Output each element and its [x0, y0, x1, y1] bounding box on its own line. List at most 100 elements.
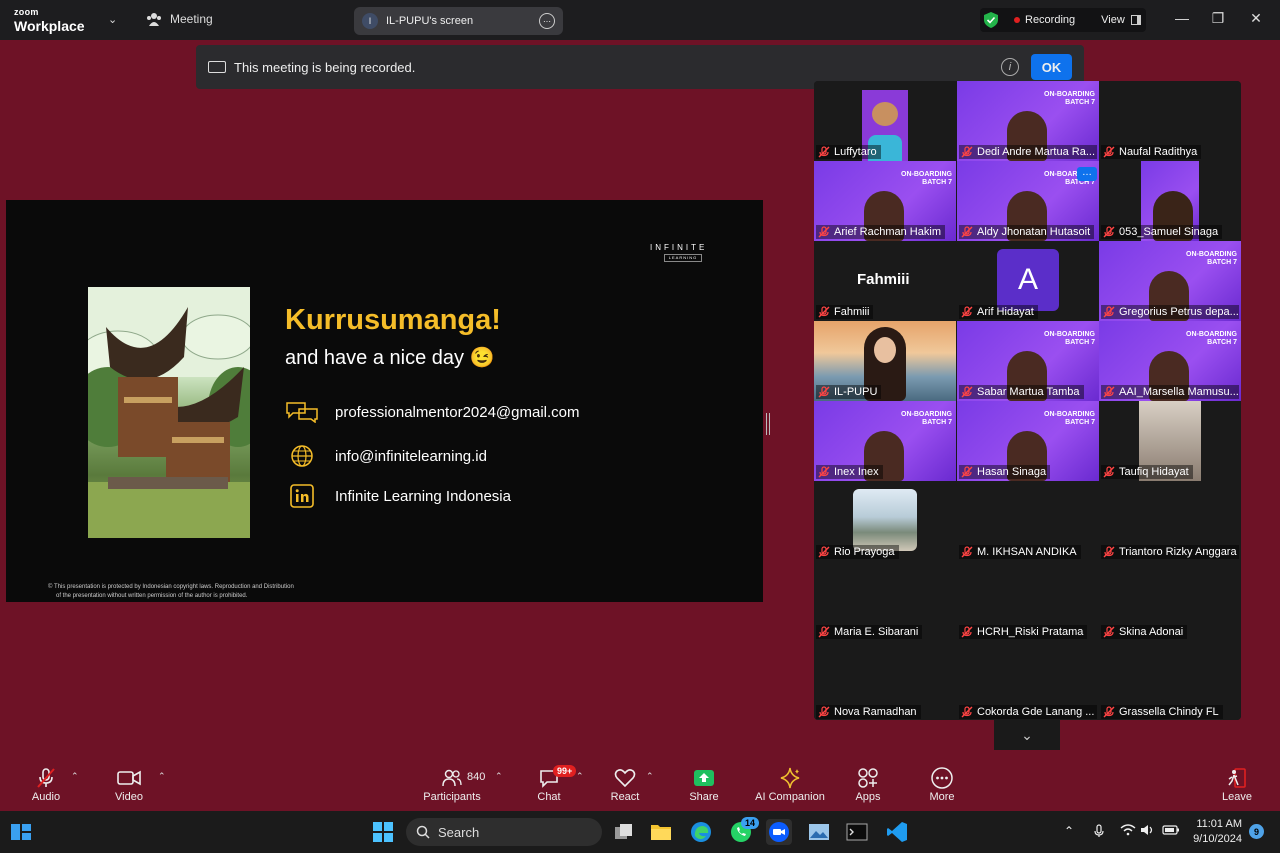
participant-name-tag: Aldy Jhonatan Hutasoit [959, 225, 1095, 239]
participant-tile[interactable]: ON-BOARDING BATCH 7 Inex Inex [814, 401, 956, 481]
gallery-scroll-down-button[interactable]: ⌄ [994, 720, 1060, 750]
zoom-app-icon[interactable] [766, 819, 792, 845]
close-icon[interactable]: ✕ [1246, 10, 1266, 27]
apps-icon [858, 768, 878, 788]
chat-bubbles-icon [285, 400, 319, 424]
recording-dot-icon [1014, 17, 1020, 23]
more-options-icon[interactable]: ⋯ [539, 13, 555, 29]
participant-tile[interactable]: Grassella Chindy FL [1099, 641, 1241, 720]
participant-tile[interactable]: A Arif Hidayat [957, 241, 1099, 321]
notification-count-badge[interactable]: 9 [1249, 824, 1264, 839]
chevron-down-icon[interactable]: ⌄ [108, 13, 117, 26]
vscode-icon[interactable] [884, 819, 910, 845]
meeting-menu-button[interactable]: Meeting [146, 12, 213, 26]
whatsapp-unread-badge: 14 [741, 817, 760, 829]
view-label[interactable]: View [1101, 14, 1125, 26]
participant-tile[interactable]: Naufal Radithya [1099, 81, 1241, 161]
participant-tile[interactable]: Fahmiii Fahmiii [814, 241, 956, 321]
participant-name-tag: Luffytaro [816, 145, 881, 159]
minimize-icon[interactable]: — [1172, 10, 1192, 26]
react-options-caret-icon[interactable]: ⌃ [646, 771, 654, 782]
participant-name-tag: Nova Ramadhan [816, 705, 921, 719]
onboarding-banner-text: ON-BOARDING BATCH 7 [1186, 251, 1237, 266]
view-layout-icon[interactable] [1130, 15, 1141, 25]
participant-tile[interactable]: ON-BOARDING BATCH 7 Dedi Andre Martua Ra..… [957, 81, 1099, 161]
audio-options-caret-icon[interactable]: ⌃ [71, 771, 79, 782]
microphone-muted-icon [1103, 466, 1115, 478]
shared-screen-pill[interactable]: I IL-PUPU's screen ⋯ [354, 7, 563, 35]
participant-tile[interactable]: 053_Samuel Sinaga [1099, 161, 1241, 241]
microphone-tray-icon[interactable] [1094, 824, 1104, 841]
onboarding-banner-text: ON-BOARDING BATCH 7 [1044, 411, 1095, 426]
copyright-line-2: of the presentation without written perm… [56, 593, 248, 599]
ai-companion-button[interactable]: AI Companion [745, 767, 835, 803]
participant-name: Maria E. Sibarani [834, 626, 919, 638]
participant-tile[interactable]: ON-BOARDING BATCH 7 Sabar Martua Tamba [957, 321, 1099, 401]
wifi-icon[interactable] [1120, 824, 1136, 839]
participant-name-tag: Rio Prayoga [816, 545, 899, 559]
participant-name: Arif Hidayat [977, 306, 1034, 318]
terminal-icon[interactable] [844, 819, 870, 845]
slide-subtitle: and have a nice day 😉 [285, 347, 495, 369]
tray-overflow-chevron-icon[interactable]: ⌃ [1064, 824, 1074, 838]
battery-icon[interactable] [1162, 824, 1180, 839]
participant-name: Hasan Sinaga [977, 466, 1047, 478]
participant-tile[interactable]: Nova Ramadhan [814, 641, 956, 720]
participant-tile[interactable]: Triantoro Rizky Anggara [1099, 481, 1241, 561]
ok-button[interactable]: OK [1031, 54, 1072, 80]
share-button[interactable]: Share [664, 767, 744, 803]
edge-browser-icon[interactable] [688, 819, 714, 845]
share-screen-icon [694, 770, 714, 786]
split-drag-handle[interactable] [766, 413, 770, 435]
participant-tile[interactable]: ON-BOARDING BATCH 7 Arief Rachman Hakim [814, 161, 956, 241]
task-view-icon[interactable] [611, 819, 637, 845]
search-icon [416, 825, 430, 839]
apps-button[interactable]: Apps [828, 767, 908, 803]
participant-tile[interactable]: Taufiq Hidayat [1099, 401, 1241, 481]
copyright-notice: © This presentation is protected by Indo… [48, 583, 348, 601]
participant-name-tag: Gregorius Petrus depa... [1101, 305, 1239, 319]
participant-name: Luffytaro [834, 146, 877, 158]
participant-tile[interactable]: HCRH_Riski Pratama [957, 561, 1099, 641]
participant-tile[interactable]: Luffytaro [814, 81, 956, 161]
participants-options-caret-icon[interactable]: ⌃ [495, 771, 503, 782]
leave-icon [1228, 768, 1246, 788]
tile-more-options-icon[interactable]: … [1077, 167, 1097, 181]
participant-tile[interactable]: ON-BOARDING BATCH 7 Gregorius Petrus depa.… [1099, 241, 1241, 321]
participant-tile[interactable]: Rio Prayoga [814, 481, 956, 561]
participant-name: Inex Inex [834, 466, 879, 478]
slide-title: Kurrusumanga! [285, 304, 501, 336]
file-explorer-icon[interactable] [648, 819, 674, 845]
more-button[interactable]: More [902, 767, 982, 803]
participant-profile-photo [853, 489, 917, 551]
info-icon[interactable]: i [1001, 58, 1019, 76]
photos-app-icon[interactable] [806, 819, 832, 845]
participant-name-tag: Arif Hidayat [959, 305, 1038, 319]
participant-tile[interactable]: M. IKHSAN ANDIKA [957, 481, 1099, 561]
participant-tile[interactable]: Skina Adonai [1099, 561, 1241, 641]
volume-icon[interactable] [1140, 824, 1156, 839]
more-icon [931, 767, 953, 789]
system-clock[interactable]: 11:01 AM 9/10/2024 [1188, 817, 1242, 847]
shield-icon[interactable] [984, 12, 998, 28]
video-button[interactable]: Video [89, 767, 169, 803]
widgets-icon[interactable] [8, 819, 34, 845]
participant-name: Fahmiii [834, 306, 870, 318]
participant-tile[interactable]: Maria E. Sibarani [814, 561, 956, 641]
onboarding-banner-text: ON-BOARDING BATCH 7 [1044, 331, 1095, 346]
contact-website-text: info@infinitelearning.id [335, 447, 487, 465]
participant-initial-avatar: A [997, 249, 1059, 311]
video-options-caret-icon[interactable]: ⌃ [158, 771, 166, 782]
taskbar-search[interactable]: Search [406, 818, 602, 846]
participant-tile[interactable]: ON-BOARDING BATCH 7 AAI_Marsella Mamusu... [1099, 321, 1241, 401]
windows-start-icon[interactable] [370, 819, 396, 845]
participant-tile[interactable]: Cokorda Gde Lanang ... [957, 641, 1099, 720]
participant-tile[interactable]: ON-BOARDING BATCH 7 Hasan Sinaga [957, 401, 1099, 481]
recording-label[interactable]: Recording [1025, 14, 1075, 26]
zoom-workplace-logo[interactable]: zoom Workplace [14, 8, 85, 34]
restore-icon[interactable]: ❐ [1208, 10, 1228, 27]
participant-tile[interactable]: IL-PUPU [814, 321, 956, 401]
leave-button[interactable]: Leave [1197, 767, 1277, 803]
chat-options-caret-icon[interactable]: ⌃ [576, 771, 584, 782]
microphone-muted-icon [818, 226, 830, 238]
